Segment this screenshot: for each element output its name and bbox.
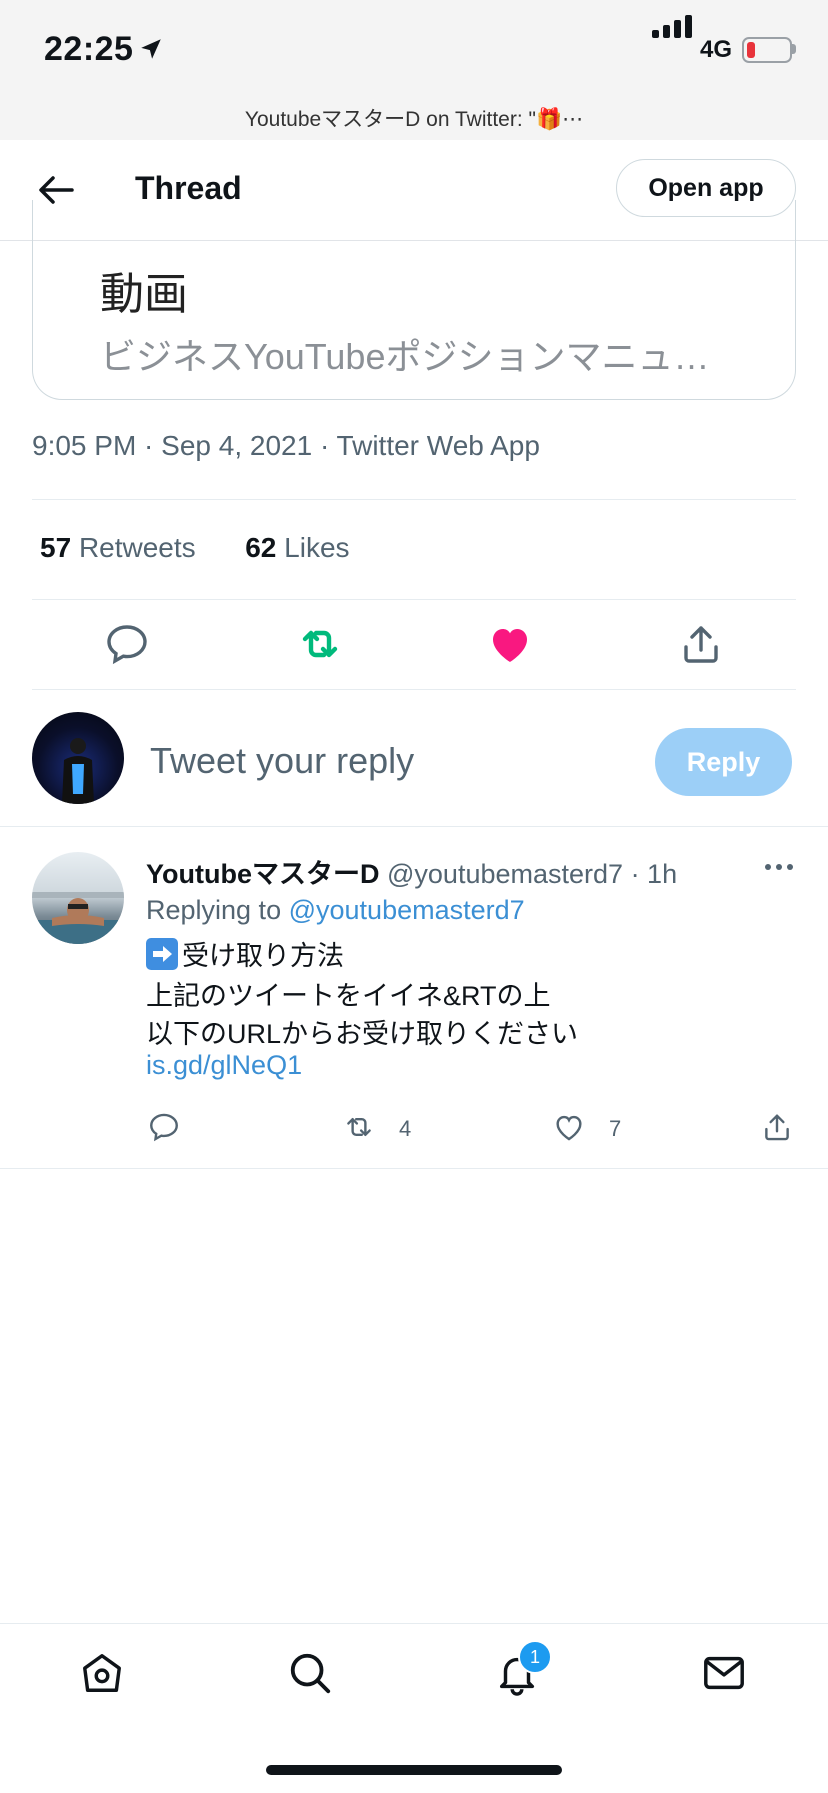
battery-icon <box>742 37 792 63</box>
tweet-stats: 57 Retweets 62 Likes <box>40 532 350 564</box>
retweets-label: Retweets <box>78 532 196 563</box>
user-handle[interactable]: @youtubemasterd7 <box>387 859 623 889</box>
retweets-count: 57 <box>40 532 72 563</box>
messages-envelope-icon[interactable] <box>701 1650 747 1696</box>
my-avatar[interactable] <box>32 712 124 804</box>
tweet-line-1: 受け取り方法 <box>182 941 344 971</box>
search-icon[interactable] <box>287 1650 333 1696</box>
tweet-header: Youtubeマスター‌D @youtubemasterd7 · 1h <box>146 852 677 891</box>
notifications-badge: 1 <box>518 1640 552 1674</box>
tweet-link[interactable]: is.gd/glNeQ1 <box>146 1050 302 1081</box>
like-icon-filled[interactable] <box>486 620 534 668</box>
share-icon[interactable] <box>760 1110 794 1144</box>
home-icon[interactable] <box>79 1650 125 1696</box>
right-arrow-emoji-icon <box>146 938 178 970</box>
user-name[interactable]: Youtubeマスター‌D <box>146 859 379 889</box>
user-avatar[interactable] <box>32 852 124 944</box>
reply-icon[interactable] <box>103 620 151 668</box>
retweets-stat[interactable]: 57 Retweets <box>40 532 196 563</box>
likes-label: Likes <box>284 532 350 563</box>
share-icon[interactable] <box>677 620 725 668</box>
tweet-line-2: 上記のツイートをイイネ&RTの上 <box>146 981 551 1011</box>
replying-to: Replying to @youtubemasterd7 <box>146 895 525 926</box>
like-count: 7 <box>609 1116 622 1141</box>
avatar-photo <box>32 892 124 944</box>
reply-icon[interactable] <box>147 1110 181 1144</box>
location-arrow-icon <box>141 39 161 59</box>
tweet-line-3: 以下のURLからお受け取りください <box>146 1019 579 1049</box>
card-description: ビジネスYouTubeポジションマニュ… <box>100 336 710 377</box>
likes-stat[interactable]: 62 Likes <box>245 532 349 563</box>
network-type: 4G <box>700 36 733 63</box>
reply-input[interactable]: Tweet your reply <box>150 740 414 782</box>
retweet-count: 4 <box>399 1116 412 1141</box>
status-time: 22:25 <box>44 30 134 68</box>
avatar-figure <box>62 738 94 804</box>
like-icon[interactable] <box>552 1110 586 1144</box>
retweet-icon[interactable] <box>296 620 344 668</box>
replying-to-link[interactable]: @youtubemasterd7 <box>289 895 525 925</box>
likes-count: 62 <box>245 532 277 563</box>
divider <box>32 499 796 500</box>
replying-prefix: Replying to <box>146 895 282 925</box>
retweet-icon[interactable] <box>342 1110 376 1144</box>
divider <box>32 599 796 600</box>
divider <box>0 826 828 827</box>
tweet-timestamp: 9:05 PM · Sep 4, 2021 · Twitter Web App <box>32 430 540 461</box>
home-indicator[interactable] <box>266 1765 562 1775</box>
reply-button[interactable]: Reply <box>655 728 792 796</box>
divider <box>0 1168 828 1169</box>
battery-tip <box>792 44 796 54</box>
tweet-text-line: 受け取り方法 <box>146 934 344 973</box>
divider <box>32 689 796 690</box>
card-title: 動画 <box>100 270 188 319</box>
tweet-time: · 1h <box>630 859 678 889</box>
more-options-icon[interactable] <box>764 862 794 872</box>
browser-page-title: Youtubeマスター‌D on Twitter: "🎁⋯ <box>244 108 584 131</box>
